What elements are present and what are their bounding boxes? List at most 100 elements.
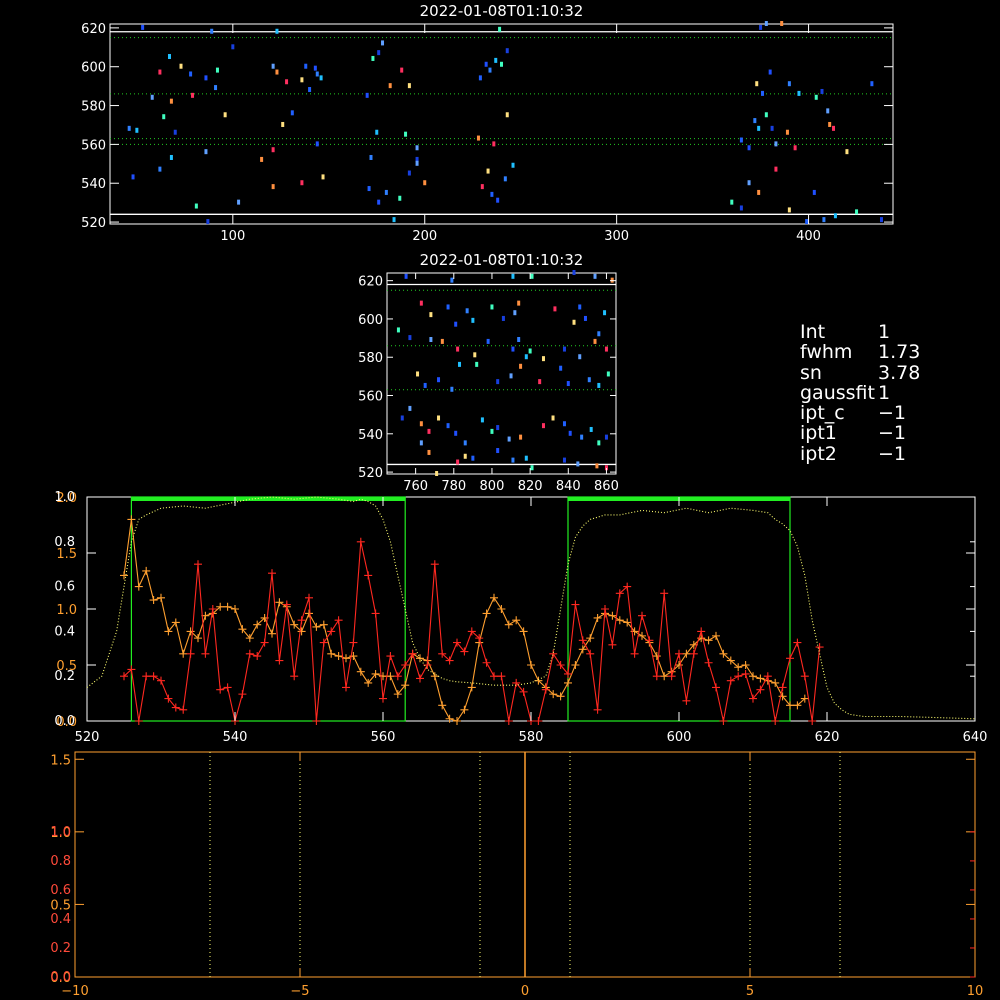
y-tick-label: 600	[81, 61, 106, 76]
intensity-pixel	[271, 63, 275, 69]
intensity-pixel	[562, 457, 566, 463]
intensity-pixel	[429, 337, 433, 342]
intensity-pixel	[730, 199, 734, 205]
intensity-pixel	[498, 26, 502, 32]
intensity-pixel	[450, 386, 454, 392]
fit-info-row: fwhm 1.73	[800, 342, 920, 363]
intensity-pixel	[814, 94, 818, 100]
data-point-marker	[157, 676, 165, 685]
intensity-pixel	[473, 352, 477, 358]
x-tick-label: 200	[412, 229, 437, 244]
intensity-pixel	[879, 217, 883, 223]
x-tick-label: 520	[75, 730, 100, 745]
data-point-marker	[534, 717, 543, 725]
fit-info-value: −1	[878, 422, 907, 445]
fit-info-key: gaussfit	[800, 381, 875, 404]
data-point-marker	[689, 649, 698, 658]
intensity-pixel	[764, 21, 768, 26]
intensity-pixel	[753, 118, 757, 124]
intensity-pixel	[375, 129, 379, 135]
intensity-pixel	[572, 319, 576, 325]
intensity-pixel	[141, 24, 145, 30]
intensity-pixel	[845, 149, 849, 155]
intensity-pixel	[597, 331, 601, 337]
intensity-pixel	[480, 184, 484, 190]
intensity-pixel	[471, 455, 475, 461]
intensity-pixel	[747, 180, 751, 186]
fit-info-row: ipt1 −1	[800, 422, 920, 445]
intensity-pixel	[496, 197, 500, 203]
intensity-pixel	[275, 69, 279, 75]
intensity-pixel	[774, 166, 778, 172]
intensity-pixel	[494, 57, 498, 63]
data-point-marker	[364, 571, 373, 580]
data-point-marker	[356, 537, 365, 546]
data-point-marker	[660, 589, 669, 598]
data-point-marker	[608, 611, 617, 620]
intensity-pixel	[768, 69, 772, 75]
intensity-pixel	[747, 145, 751, 151]
fit-info-key: sn	[800, 361, 822, 384]
data-point-marker	[312, 622, 321, 631]
fit-info-row: ipt_c −1	[800, 403, 920, 424]
data-point-marker	[704, 636, 713, 645]
intensity-pixel	[419, 440, 423, 446]
data-point-marker	[401, 661, 410, 669]
intensity-pixel	[408, 405, 412, 411]
intensity-pixel	[158, 69, 162, 75]
data-point-marker	[223, 683, 232, 692]
intensity-pixel	[822, 217, 826, 223]
intensity-pixel	[759, 24, 763, 30]
intensity-pixel	[290, 110, 294, 116]
data-point-marker	[186, 649, 195, 658]
data-point-marker	[800, 672, 809, 681]
intensity-pixel	[458, 361, 462, 367]
intensity-pixel	[757, 125, 761, 131]
intensity-pixel	[271, 147, 275, 153]
intensity-pixel	[562, 421, 566, 427]
intensity-pixel	[787, 207, 791, 213]
data-point-marker	[349, 638, 358, 647]
data-point-marker	[127, 515, 136, 524]
intensity-pixel	[381, 40, 385, 46]
data-point-marker	[379, 672, 387, 681]
data-point-marker	[216, 685, 225, 694]
data-point-marker	[268, 569, 276, 578]
data-point-marker	[453, 717, 461, 725]
intensity-pixel	[377, 199, 381, 205]
x-tick-label: 5	[746, 984, 754, 999]
data-point-marker	[149, 672, 158, 681]
data-point-marker	[327, 627, 336, 636]
data-point-marker	[615, 616, 624, 625]
intensity-pixel	[407, 170, 411, 176]
intensity-pixel	[194, 203, 198, 209]
intensity-pixel	[371, 55, 375, 61]
figure-canvas: 2022-01-08T01:10:32100 200 300 400520540560…	[50, 2, 987, 999]
y-tick-label: 0.0	[50, 970, 71, 985]
intensity-pixel	[454, 430, 458, 436]
intensity-pixel	[281, 121, 285, 127]
intensity-pixel	[313, 65, 317, 71]
data-point-marker	[771, 678, 780, 687]
intensity-pixel	[440, 338, 444, 344]
intensity-pixel	[127, 125, 131, 131]
data-point-marker	[245, 649, 254, 658]
data-point-marker	[460, 705, 469, 714]
x-tick-label: 860	[594, 479, 619, 494]
image-title: 2022-01-08T01:10:32	[420, 251, 584, 269]
intensity-pixel	[446, 423, 450, 429]
data-point-marker	[327, 649, 336, 658]
intensity-pixel	[603, 310, 607, 316]
x-tick-label: 800	[480, 479, 505, 494]
data-point-marker	[223, 602, 232, 611]
data-point-marker	[356, 667, 365, 676]
intensity-pixel	[456, 346, 460, 352]
x-tick-label: 760	[403, 479, 428, 494]
intensity-pixel	[237, 199, 241, 205]
intensity-pixel	[496, 379, 500, 385]
data-point-marker	[334, 652, 343, 661]
data-point-marker	[638, 611, 646, 620]
intensity-pixel	[870, 81, 874, 87]
data-point-marker	[645, 636, 654, 645]
y-tick-label: 1.0	[56, 603, 77, 618]
